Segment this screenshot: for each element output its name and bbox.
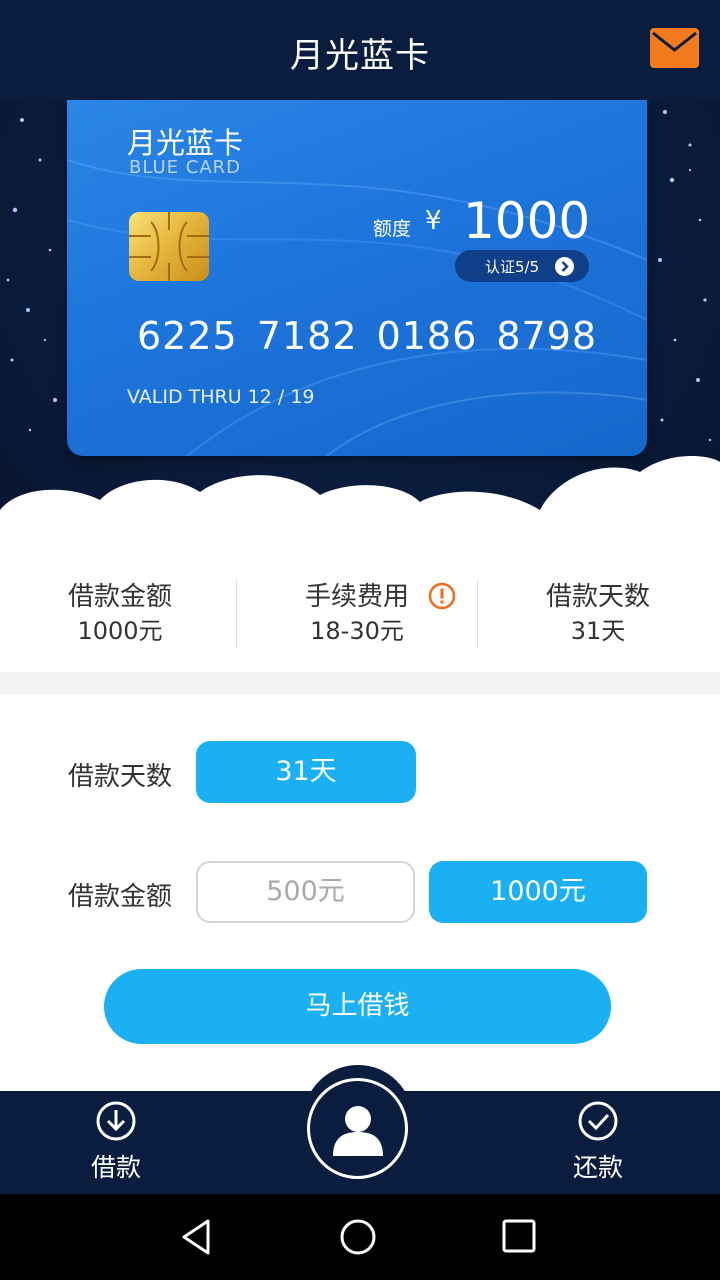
user-icon	[333, 1106, 383, 1156]
recents-icon[interactable]	[502, 1218, 536, 1254]
borrow-now-button[interactable]: 马上借钱	[104, 969, 611, 1044]
home-icon[interactable]	[339, 1218, 377, 1256]
summary-days: 借款天数 31天	[478, 580, 718, 648]
nav-repay[interactable]: 还款	[538, 1100, 658, 1184]
back-icon[interactable]	[178, 1218, 214, 1256]
nav-borrow[interactable]: 借款	[56, 1100, 176, 1184]
check-circle-icon	[578, 1101, 618, 1141]
section-gap	[0, 672, 720, 694]
top-bar: 月光蓝卡	[0, 0, 720, 100]
info-icon[interactable]	[428, 582, 456, 610]
profile-button[interactable]	[307, 1078, 408, 1179]
system-nav-bar	[0, 1194, 720, 1280]
summary-amount: 借款金额 1000元	[0, 580, 240, 648]
summary-amount-value: 1000元	[77, 617, 163, 645]
summary-days-label: 借款天数	[545, 582, 650, 612]
summary-amount-label: 借款金额	[67, 582, 172, 612]
nav-repay-label: 还款	[572, 1153, 623, 1182]
download-circle-icon	[96, 1101, 136, 1141]
hero-banner: 月光蓝卡 BLUE CARD 额度 ¥ 1000 认证5/5 6225 7182…	[0, 100, 720, 540]
nav-borrow-label: 借款	[90, 1153, 141, 1182]
days-option-31[interactable]: 31天	[196, 741, 416, 803]
summary-days-value: 31天	[570, 617, 626, 645]
mail-button[interactable]	[650, 28, 699, 68]
days-label: 借款天数	[68, 762, 173, 792]
amount-option-500[interactable]: 500元	[196, 861, 415, 923]
page-title: 月光蓝卡	[290, 36, 430, 76]
clouds-decoration	[0, 456, 720, 540]
mail-icon	[652, 31, 697, 52]
summary-fee-value: 18-30元	[310, 617, 404, 645]
amount-option-1000[interactable]: 1000元	[429, 861, 647, 923]
loan-summary: 借款金额 1000元 手续费用 18-30元 借款天数 31天	[0, 570, 720, 670]
amount-label: 借款金额	[68, 882, 173, 912]
